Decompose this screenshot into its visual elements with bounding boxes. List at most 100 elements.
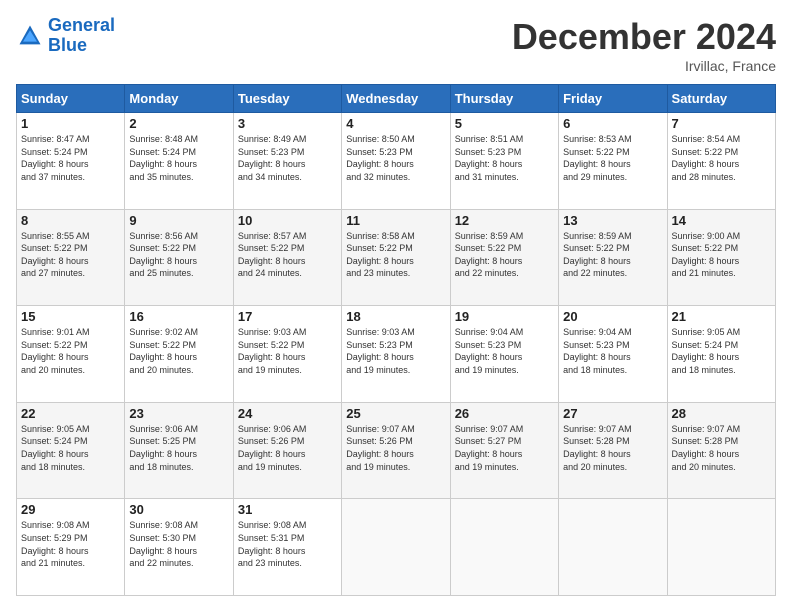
weekday-header: Friday — [559, 85, 667, 113]
calendar-cell: 6 Sunrise: 8:53 AM Sunset: 5:22 PM Daylig… — [559, 113, 667, 210]
day-content: Sunrise: 9:03 AM Sunset: 5:22 PM Dayligh… — [238, 326, 337, 376]
calendar-cell: 19 Sunrise: 9:04 AM Sunset: 5:23 PM Dayli… — [450, 306, 558, 403]
logo-icon — [16, 22, 44, 50]
weekday-header: Saturday — [667, 85, 775, 113]
weekday-header: Monday — [125, 85, 233, 113]
day-number: 24 — [238, 406, 337, 421]
day-number: 28 — [672, 406, 771, 421]
calendar-cell — [559, 499, 667, 596]
day-number: 19 — [455, 309, 554, 324]
day-number: 18 — [346, 309, 445, 324]
day-content: Sunrise: 9:04 AM Sunset: 5:23 PM Dayligh… — [563, 326, 662, 376]
calendar-cell: 28Sunrise: 9:07 AM Sunset: 5:28 PM Dayli… — [667, 402, 775, 499]
day-content: Sunrise: 9:04 AM Sunset: 5:23 PM Dayligh… — [455, 326, 554, 376]
calendar-cell: 10 Sunrise: 8:57 AM Sunset: 5:22 PM Dayli… — [233, 209, 341, 306]
day-content: Sunrise: 8:50 AM Sunset: 5:23 PM Dayligh… — [346, 133, 445, 183]
calendar-cell: 4Sunrise: 8:50 AM Sunset: 5:23 PM Daylig… — [342, 113, 450, 210]
day-number: 30 — [129, 502, 228, 517]
calendar-cell: 21Sunrise: 9:05 AM Sunset: 5:24 PM Dayli… — [667, 306, 775, 403]
calendar-cell: 11 Sunrise: 8:58 AM Sunset: 5:22 PM Dayli… — [342, 209, 450, 306]
day-number: 2 — [129, 116, 228, 131]
day-number: 11 — [346, 213, 445, 228]
calendar-week-row: 22 Sunrise: 9:05 AM Sunset: 5:24 PM Dayli… — [17, 402, 776, 499]
day-content: Sunrise: 8:53 AM Sunset: 5:22 PM Dayligh… — [563, 133, 662, 183]
calendar-cell: 29 Sunrise: 9:08 AM Sunset: 5:29 PM Dayli… — [17, 499, 125, 596]
day-content: Sunrise: 8:48 AM Sunset: 5:24 PM Dayligh… — [129, 133, 228, 183]
calendar-body: 1 Sunrise: 8:47 AM Sunset: 5:24 PM Daylig… — [17, 113, 776, 596]
day-number: 3 — [238, 116, 337, 131]
calendar-cell: 16Sunrise: 9:02 AM Sunset: 5:22 PM Dayli… — [125, 306, 233, 403]
day-number: 29 — [21, 502, 120, 517]
calendar-cell: 5Sunrise: 8:51 AM Sunset: 5:23 PM Daylig… — [450, 113, 558, 210]
calendar-header: SundayMondayTuesdayWednesdayThursdayFrid… — [17, 85, 776, 113]
month-title: December 2024 — [512, 16, 776, 58]
calendar-cell: 14Sunrise: 9:00 AM Sunset: 5:22 PM Dayli… — [667, 209, 775, 306]
logo-text: General Blue — [48, 16, 115, 56]
calendar-cell: 15Sunrise: 9:01 AM Sunset: 5:22 PM Dayli… — [17, 306, 125, 403]
day-content: Sunrise: 9:00 AM Sunset: 5:22 PM Dayligh… — [672, 230, 771, 280]
calendar-week-row: 1 Sunrise: 8:47 AM Sunset: 5:24 PM Daylig… — [17, 113, 776, 210]
page: General Blue December 2024 Irvillac, Fra… — [0, 0, 792, 612]
day-content: Sunrise: 8:47 AM Sunset: 5:24 PM Dayligh… — [21, 133, 120, 183]
day-content: Sunrise: 9:08 AM Sunset: 5:30 PM Dayligh… — [129, 519, 228, 569]
day-content: Sunrise: 8:56 AM Sunset: 5:22 PM Dayligh… — [129, 230, 228, 280]
location: Irvillac, France — [512, 58, 776, 74]
calendar-cell: 20 Sunrise: 9:04 AM Sunset: 5:23 PM Dayli… — [559, 306, 667, 403]
calendar-cell: 1 Sunrise: 8:47 AM Sunset: 5:24 PM Daylig… — [17, 113, 125, 210]
day-content: Sunrise: 9:01 AM Sunset: 5:22 PM Dayligh… — [21, 326, 120, 376]
day-number: 22 — [21, 406, 120, 421]
weekday-row: SundayMondayTuesdayWednesdayThursdayFrid… — [17, 85, 776, 113]
calendar-week-row: 15Sunrise: 9:01 AM Sunset: 5:22 PM Dayli… — [17, 306, 776, 403]
weekday-header: Sunday — [17, 85, 125, 113]
day-content: Sunrise: 8:57 AM Sunset: 5:22 PM Dayligh… — [238, 230, 337, 280]
logo-line1: General — [48, 15, 115, 35]
day-number: 20 — [563, 309, 662, 324]
day-content: Sunrise: 8:54 AM Sunset: 5:22 PM Dayligh… — [672, 133, 771, 183]
weekday-header: Tuesday — [233, 85, 341, 113]
logo: General Blue — [16, 16, 115, 56]
calendar-cell: 18Sunrise: 9:03 AM Sunset: 5:23 PM Dayli… — [342, 306, 450, 403]
day-content: Sunrise: 9:05 AM Sunset: 5:24 PM Dayligh… — [672, 326, 771, 376]
calendar-cell: 13 Sunrise: 8:59 AM Sunset: 5:22 PM Dayli… — [559, 209, 667, 306]
day-number: 23 — [129, 406, 228, 421]
calendar-cell: 30 Sunrise: 9:08 AM Sunset: 5:30 PM Dayli… — [125, 499, 233, 596]
header: General Blue December 2024 Irvillac, Fra… — [16, 16, 776, 74]
day-content: Sunrise: 9:02 AM Sunset: 5:22 PM Dayligh… — [129, 326, 228, 376]
day-number: 6 — [563, 116, 662, 131]
day-number: 10 — [238, 213, 337, 228]
day-number: 26 — [455, 406, 554, 421]
day-content: Sunrise: 9:07 AM Sunset: 5:28 PM Dayligh… — [563, 423, 662, 473]
day-content: Sunrise: 9:08 AM Sunset: 5:31 PM Dayligh… — [238, 519, 337, 569]
day-content: Sunrise: 9:06 AM Sunset: 5:25 PM Dayligh… — [129, 423, 228, 473]
day-content: Sunrise: 9:07 AM Sunset: 5:26 PM Dayligh… — [346, 423, 445, 473]
day-content: Sunrise: 8:58 AM Sunset: 5:22 PM Dayligh… — [346, 230, 445, 280]
day-number: 9 — [129, 213, 228, 228]
calendar-cell — [342, 499, 450, 596]
calendar-table: SundayMondayTuesdayWednesdayThursdayFrid… — [16, 84, 776, 596]
calendar-week-row: 29 Sunrise: 9:08 AM Sunset: 5:29 PM Dayli… — [17, 499, 776, 596]
calendar-cell: 3 Sunrise: 8:49 AM Sunset: 5:23 PM Daylig… — [233, 113, 341, 210]
calendar-cell: 25 Sunrise: 9:07 AM Sunset: 5:26 PM Dayli… — [342, 402, 450, 499]
day-content: Sunrise: 8:55 AM Sunset: 5:22 PM Dayligh… — [21, 230, 120, 280]
day-content: Sunrise: 9:07 AM Sunset: 5:27 PM Dayligh… — [455, 423, 554, 473]
calendar-cell: 9 Sunrise: 8:56 AM Sunset: 5:22 PM Daylig… — [125, 209, 233, 306]
day-content: Sunrise: 9:08 AM Sunset: 5:29 PM Dayligh… — [21, 519, 120, 569]
calendar-cell: 23 Sunrise: 9:06 AM Sunset: 5:25 PM Dayli… — [125, 402, 233, 499]
day-content: Sunrise: 9:06 AM Sunset: 5:26 PM Dayligh… — [238, 423, 337, 473]
weekday-header: Wednesday — [342, 85, 450, 113]
day-number: 25 — [346, 406, 445, 421]
day-number: 5 — [455, 116, 554, 131]
calendar-cell: 2 Sunrise: 8:48 AM Sunset: 5:24 PM Daylig… — [125, 113, 233, 210]
day-number: 8 — [21, 213, 120, 228]
day-content: Sunrise: 9:05 AM Sunset: 5:24 PM Dayligh… — [21, 423, 120, 473]
calendar-cell: 7 Sunrise: 8:54 AM Sunset: 5:22 PM Daylig… — [667, 113, 775, 210]
day-content: Sunrise: 8:49 AM Sunset: 5:23 PM Dayligh… — [238, 133, 337, 183]
calendar-cell: 22 Sunrise: 9:05 AM Sunset: 5:24 PM Dayli… — [17, 402, 125, 499]
day-number: 13 — [563, 213, 662, 228]
day-content: Sunrise: 8:59 AM Sunset: 5:22 PM Dayligh… — [563, 230, 662, 280]
calendar-cell: 31Sunrise: 9:08 AM Sunset: 5:31 PM Dayli… — [233, 499, 341, 596]
day-number: 7 — [672, 116, 771, 131]
day-number: 1 — [21, 116, 120, 131]
day-number: 12 — [455, 213, 554, 228]
logo-line2: Blue — [48, 36, 115, 56]
